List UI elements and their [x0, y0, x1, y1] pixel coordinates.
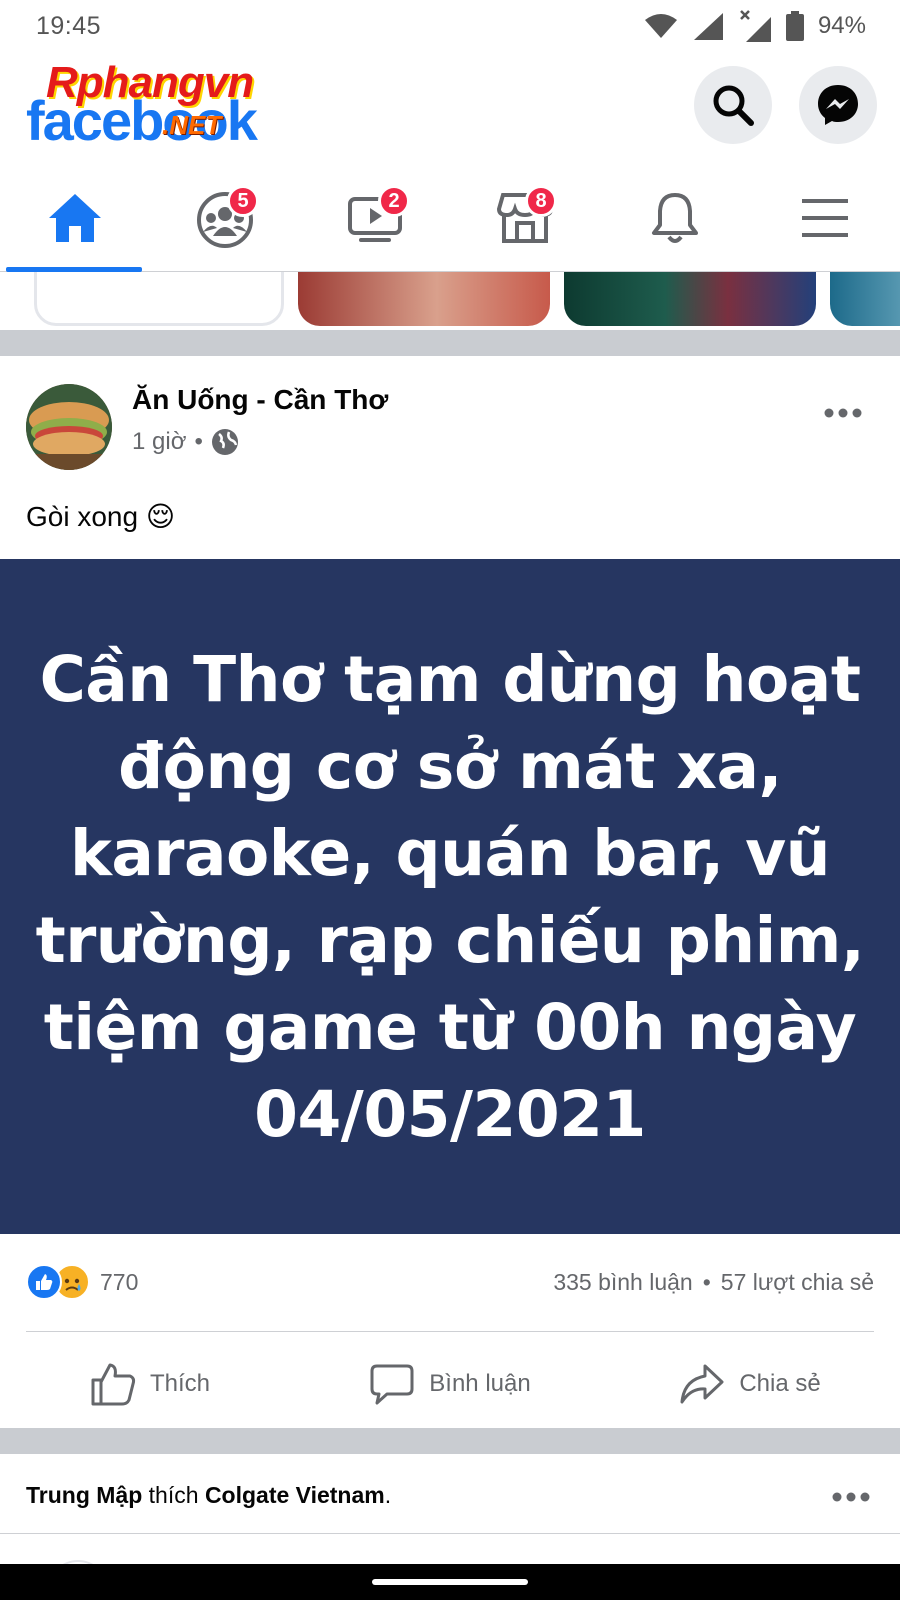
messenger-button[interactable] [799, 66, 877, 144]
comment-icon [370, 1364, 414, 1405]
tab-groups[interactable]: 5 [150, 164, 300, 272]
actions-divider [26, 1331, 874, 1332]
share-icon [680, 1364, 724, 1404]
engagement-separator: • [702, 1268, 711, 1295]
facebook-logo[interactable]: facebook Rphangvn .NET [26, 58, 326, 152]
post-more-button[interactable] [824, 392, 862, 426]
comment-button[interactable]: Bình luận [300, 1340, 600, 1428]
post-actions: Thích Bình luận Chia sẻ [0, 1340, 900, 1428]
like-reaction-icon [26, 1264, 62, 1300]
post-caption: Gòi xong 😌 [26, 501, 176, 532]
screen: 19:45 94% facebook Rphangvn .NET 5 2 8 Ă… [0, 0, 900, 1600]
feed-separator [0, 1428, 900, 1454]
post-meta: 1 giờ • [132, 428, 239, 456]
more-horizontal-icon [824, 408, 862, 418]
status-icons: 94% [644, 9, 866, 43]
meta-separator: • [194, 428, 203, 455]
home-gesture-pill[interactable] [372, 1579, 528, 1585]
tab-marketplace[interactable]: 8 [450, 164, 600, 272]
battery-level: 94% [817, 12, 866, 39]
comment-label: Bình luận [429, 1370, 531, 1397]
activity-suffix: . [384, 1482, 392, 1508]
battery-icon [785, 11, 804, 41]
page-avatar[interactable] [26, 384, 112, 470]
globe-icon [211, 429, 238, 455]
more-horizontal-icon [832, 1492, 870, 1502]
create-story-card[interactable] [34, 272, 284, 326]
status-bar: 19:45 94% [0, 0, 900, 52]
signal-icon [693, 13, 723, 40]
reaction-summary[interactable]: 770 [26, 1264, 138, 1300]
banh-mi-avatar-icon [26, 384, 112, 470]
tab-bar: 5 2 8 [0, 164, 900, 272]
status-time: 19:45 [36, 11, 102, 40]
watermark-suffix: .NET [162, 110, 222, 140]
tab-watch[interactable]: 2 [300, 164, 450, 272]
like-label: Thích [149, 1370, 211, 1397]
story-card[interactable] [830, 272, 900, 326]
activity-actor[interactable]: Trung Mập [26, 1482, 142, 1508]
comment-count[interactable]: 335 bình luận [553, 1269, 692, 1296]
tab-home[interactable] [0, 164, 150, 272]
watch-badge: 2 [378, 185, 410, 217]
app-header: facebook Rphangvn .NET [0, 52, 900, 164]
groups-badge: 5 [227, 185, 259, 217]
stories-strip [0, 272, 900, 330]
share-button[interactable]: Chia sẻ [600, 1340, 900, 1428]
tab-notifications[interactable] [600, 164, 750, 272]
share-count[interactable]: 57 lượt chia sẻ [721, 1269, 874, 1296]
tab-menu[interactable] [750, 164, 900, 272]
post-time[interactable]: 1 giờ [132, 428, 186, 456]
activity-verb: thích [142, 1482, 205, 1508]
post-image-text: Cần Thơ tạm dừng hoạt động cơ sở mát xa,… [35, 642, 865, 1151]
post-image[interactable]: Cần Thơ tạm dừng hoạt động cơ sở mát xa,… [0, 559, 900, 1234]
marketplace-badge: 8 [525, 185, 557, 217]
signal-no-service-icon [740, 10, 771, 42]
feed-separator [0, 330, 900, 356]
search-icon [713, 85, 754, 126]
reaction-count: 770 [100, 1268, 139, 1295]
thumbs-up-icon [91, 1363, 136, 1406]
story-card[interactable] [564, 272, 816, 326]
reactions-row: 770 335 bình luận • 57 lượt chia sẻ [26, 1262, 874, 1302]
post-header: Ăn Uống - Cần Thơ 1 giờ • [0, 356, 900, 486]
activity-more-button[interactable] [832, 1476, 870, 1510]
activity-text: Trung Mập thích Colgate Vietnam. [26, 1482, 391, 1509]
hamburger-icon [802, 199, 848, 237]
activity-target[interactable]: Colgate Vietnam [205, 1482, 385, 1508]
share-label: Chia sẻ [739, 1370, 821, 1397]
system-nav-bar [0, 1564, 900, 1600]
messenger-icon [818, 85, 858, 125]
bell-icon [652, 193, 698, 243]
wifi-icon [644, 14, 677, 38]
like-button[interactable]: Thích [0, 1340, 300, 1428]
page-name[interactable]: Ăn Uống - Cần Thơ [132, 384, 388, 416]
search-button[interactable] [694, 66, 772, 144]
home-icon [49, 194, 101, 242]
watermark-logo: Rphangvn [46, 58, 254, 107]
story-card[interactable] [298, 272, 550, 326]
engagement-summary: 335 bình luận • 57 lượt chia sẻ [553, 1269, 874, 1296]
activity-story: Trung Mập thích Colgate Vietnam. [0, 1454, 900, 1534]
